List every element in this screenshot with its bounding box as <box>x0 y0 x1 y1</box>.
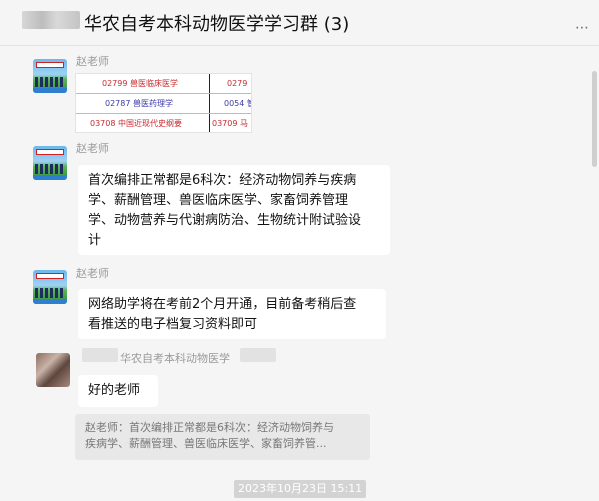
message-line: 网络助学将在考前2个月开通，目前备考稍后查 <box>88 297 357 312</box>
sender-avatar[interactable] <box>33 59 67 93</box>
sender-name: 赵老师 <box>76 55 109 68</box>
blurred-sender-name <box>240 348 276 362</box>
message-line: 看推送的电子档复习资料即可 <box>88 317 258 332</box>
sender-group-tag: 华农自考本科动物医学 <box>120 352 230 365</box>
quoted-reply[interactable]: 赵老师：首次编排正常都是6科次：经济动物饲养与 疾病学、薪酬管理、兽医临床医学、… <box>75 414 370 460</box>
scrollbar[interactable] <box>592 71 597 167</box>
message-line: 学、动物营养与代谢病防治、生物统计附试验设 <box>88 213 362 228</box>
ellipsis-icon[interactable]: ⋯ <box>575 20 591 36</box>
message-bubble[interactable]: 首次编排正常都是6科次：经济动物饲养与疾病 学、薪酬管理、兽医临床医学、家畜饲养… <box>78 165 390 255</box>
message-list[interactable]: 赵老师 02799 兽医临床医学 0279 02787 兽医药理学 0054 管… <box>0 47 599 501</box>
message-bubble[interactable]: 好的老师 <box>78 375 158 407</box>
table-cell: 03709 马 <box>212 119 248 128</box>
table-cell: 0054 管 <box>224 99 252 108</box>
message-line: 学、薪酬管理、兽医临床医学、家畜饲养管理 <box>88 193 349 208</box>
table-cell: 0279 <box>227 79 248 88</box>
message-line: 首次编排正常都是6科次：经济动物饲养与疾病 <box>88 173 357 188</box>
sender-avatar[interactable] <box>36 353 70 387</box>
sender-name: 赵老师 <box>76 267 109 280</box>
chat-title: 华农自考本科动物医学学习群 (3) <box>84 14 350 35</box>
message-line: 计 <box>88 233 102 248</box>
timestamp-badge: 2023年10月23日 15:11 <box>234 480 367 498</box>
sender-avatar[interactable] <box>33 146 67 180</box>
blurred-group-avatar <box>22 11 80 29</box>
quote-line: 疾病学、薪酬管理、兽医临床医学、家畜饲养管... <box>85 437 327 450</box>
table-cell: 02787 兽医药理学 <box>105 99 173 108</box>
sender-name: 赵老师 <box>76 142 109 155</box>
table-cell: 02799 兽医临床医学 <box>102 79 178 88</box>
quote-line: 赵老师：首次编排正常都是6科次：经济动物饲养与 <box>85 421 334 434</box>
table-cell: 03708 中国近现代史纲要 <box>90 119 182 128</box>
message-bubble[interactable]: 网络助学将在考前2个月开通，目前备考稍后查 看推送的电子档复习资料即可 <box>78 289 386 339</box>
message-line: 好的老师 <box>88 383 141 398</box>
chat-header: 华农自考本科动物医学学习群 (3) ⋯ <box>0 0 599 46</box>
image-message[interactable]: 02799 兽医临床医学 0279 02787 兽医药理学 0054 管 037… <box>75 73 252 133</box>
sender-avatar[interactable] <box>33 270 67 304</box>
blurred-sender-name <box>82 348 118 362</box>
